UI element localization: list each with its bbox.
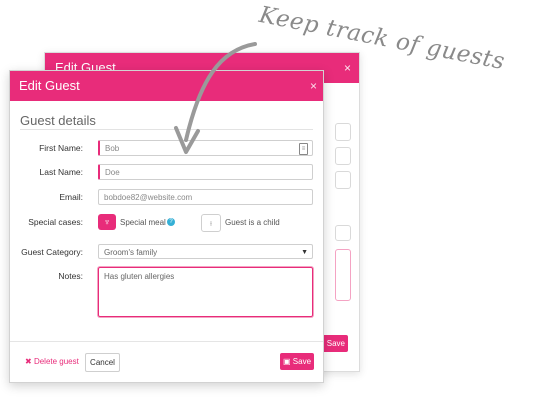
pointer-arrow-icon — [174, 42, 257, 154]
